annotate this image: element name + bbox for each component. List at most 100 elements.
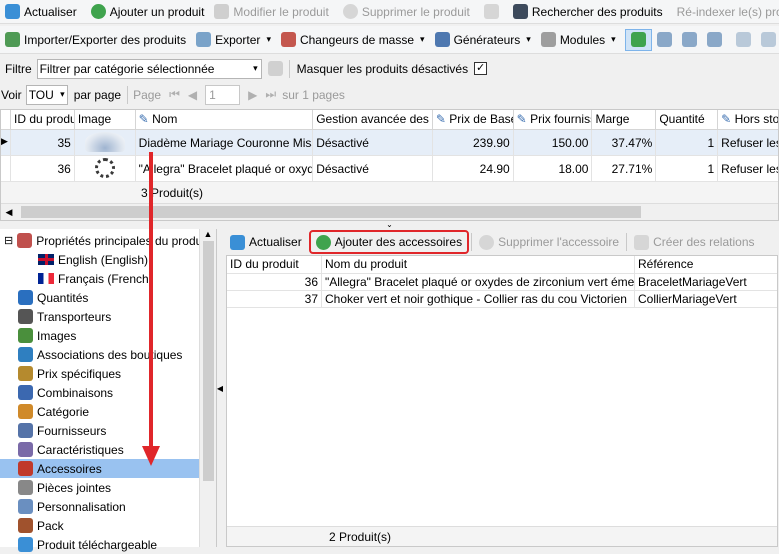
tree-item[interactable]: Pièces jointes <box>0 478 216 497</box>
table-row[interactable]: 37 Choker vert et noir gothique - Collie… <box>227 291 777 308</box>
category-filter-select[interactable]: Filtrer par catégorie sélectionnée ▾ <box>36 58 262 79</box>
product-id-cell: 36 <box>11 156 75 181</box>
tree-item[interactable]: English (English) <box>0 250 216 269</box>
row-selector-icon: ▶ <box>1 130 11 155</box>
pencil-icon: ✎ <box>138 112 149 126</box>
scroll-left-icon[interactable]: ◀ <box>1 207 17 218</box>
tree-item[interactable]: Français (French) <box>0 269 216 288</box>
accessory-reference-cell: BraceletMariageVert <box>638 275 747 289</box>
column-header[interactable]: Gestion avancée des stocks <box>313 110 433 129</box>
main-toolbar: Actualiser Ajouter un produit Modifier l… <box>0 0 779 24</box>
column-header[interactable]: ✎ Prix fournisseur <box>514 110 593 129</box>
page-number-input[interactable]: 1 <box>205 84 241 105</box>
quantity-cell: 1 <box>656 156 719 181</box>
add-accessories-button[interactable]: Ajouter des accessoires <box>308 230 470 254</box>
reindex-button[interactable]: Ré-indexer le(s) pro <box>672 1 779 23</box>
tree-item[interactable]: ⊟ Propriétés principales du produit <box>0 231 216 250</box>
margin-cell: 37.47% <box>592 130 657 155</box>
customization-icon <box>18 499 33 514</box>
import-export-button[interactable]: Importer/Exporter des produits <box>0 29 191 51</box>
globe-icon <box>18 347 33 362</box>
tree-item[interactable]: Caractéristiques <box>0 440 216 459</box>
action-button[interactable] <box>479 1 504 23</box>
column-header[interactable]: ID du produit <box>227 256 322 273</box>
accessories-header: ID du produit Nom du produit Référence <box>227 256 777 274</box>
scroll-up-icon[interactable]: ▲ <box>200 229 216 239</box>
tree-item-label: Combinaisons <box>37 385 114 400</box>
export-icon <box>196 32 212 47</box>
product-id-cell: 35 <box>11 130 75 155</box>
sort-icon <box>706 32 722 47</box>
pencil-icon <box>214 4 230 19</box>
generators-dropdown[interactable]: Générateurs <box>430 29 536 51</box>
tree-item[interactable]: Associations des boutiques <box>0 345 216 364</box>
next-page-icon[interactable]: ▶ <box>248 88 257 102</box>
create-relations-button[interactable]: Créer des relations <box>629 231 759 253</box>
page-label: Page <box>133 87 162 102</box>
tree-item[interactable]: Produit téléchargeable <box>0 535 216 554</box>
tree-item[interactable]: Quantités <box>0 288 216 307</box>
fit-columns-button[interactable] <box>677 29 702 51</box>
generators-icon <box>434 32 450 47</box>
first-page-icon[interactable]: ⏮ <box>169 87 180 102</box>
tree-item-label: Prix spécifiques <box>37 366 122 381</box>
accessories-refresh-button[interactable]: Actualiser <box>225 231 307 253</box>
binoculars-icon <box>512 4 528 19</box>
scrollbar-thumb[interactable] <box>21 206 641 218</box>
tree-item[interactable]: Personnalisation <box>0 497 216 516</box>
hide-disabled-checkbox[interactable]: ✓ <box>474 62 488 75</box>
search-products-button[interactable]: Rechercher des produits <box>508 1 668 23</box>
table-row[interactable]: 36 "Allegra" Bracelet plaqué or oxydes d… <box>227 274 777 291</box>
tree-item[interactable]: Prix spécifiques <box>0 364 216 383</box>
sort-button[interactable] <box>702 29 727 51</box>
show-label: Voir <box>1 87 22 102</box>
clear-filter-icon[interactable] <box>267 61 283 76</box>
tree-item[interactable]: Images <box>0 326 216 345</box>
export-dropdown[interactable]: Exporter <box>191 29 276 51</box>
vertical-scrollbar[interactable]: ▲ <box>199 229 216 547</box>
table-row[interactable]: 36 "Allegra" Bracelet plaqué or oxydes d… <box>1 156 778 182</box>
tree-item[interactable]: Pack <box>0 516 216 535</box>
settings-button[interactable] <box>731 29 756 51</box>
column-header[interactable]: ✎ Prix de Base <box>433 110 514 129</box>
stock-management-cell: Désactivé <box>313 130 433 155</box>
hide-disabled-label: Masquer les produits désactivés <box>296 61 469 76</box>
tree-item-label: Transporteurs <box>37 309 112 324</box>
horizontal-splitter[interactable]: ⌄ <box>0 221 779 229</box>
tree-item[interactable]: Catégorie <box>0 402 216 421</box>
grid-icon <box>656 32 672 47</box>
grid-view-button[interactable] <box>652 29 677 51</box>
column-header[interactable]: ID du produit <box>11 110 75 129</box>
column-header[interactable]: Image <box>75 110 136 129</box>
layout-button[interactable] <box>756 29 779 51</box>
last-page-icon[interactable]: ⏭ <box>265 87 276 102</box>
column-header[interactable]: Nom du produit <box>322 256 635 273</box>
mass-change-dropdown[interactable]: Changeurs de masse <box>276 29 430 51</box>
collapse-icon[interactable]: ⊟ <box>4 234 13 247</box>
scrollbar-thumb[interactable] <box>202 241 214 481</box>
out-of-stock-cell: Refuser les <box>721 162 778 176</box>
view-toggle-button[interactable] <box>624 28 652 51</box>
remove-accessory-button[interactable]: Supprimer l'accessoire <box>474 231 624 253</box>
column-header[interactable]: ✎ Hors stock <box>718 110 778 129</box>
table-row[interactable]: ▶ 35 Diadème Mariage Couronne Miss Arg D… <box>1 130 778 156</box>
prev-page-icon[interactable]: ◀ <box>188 88 197 102</box>
add-product-button[interactable]: Ajouter un produit <box>86 1 210 23</box>
per-page-select[interactable]: TOU ▾ <box>25 84 68 105</box>
column-header[interactable]: Référence <box>635 256 777 273</box>
tree-item[interactable]: Combinaisons <box>0 383 216 402</box>
horizontal-scrollbar[interactable]: ◀ <box>1 204 778 220</box>
tree-item[interactable]: Transporteurs <box>0 307 216 326</box>
tree-item[interactable]: Fournisseurs <box>0 421 216 440</box>
modules-dropdown[interactable]: Modules <box>536 29 621 51</box>
pencil-icon: ✎ <box>516 112 527 126</box>
column-header[interactable]: Quantité <box>656 110 719 129</box>
refresh-button[interactable]: Actualiser <box>0 1 82 23</box>
column-header[interactable]: ✎ Nom <box>136 110 314 129</box>
accessory-id-cell: 37 <box>227 291 322 307</box>
delete-product-button[interactable]: Supprimer le produit <box>338 1 475 23</box>
tree-item[interactable]: Accessoires <box>0 459 216 478</box>
accessories-grid: ID du produit Nom du produit Référence 3… <box>226 255 778 547</box>
edit-product-button[interactable]: Modifier le produit <box>209 1 333 23</box>
column-header[interactable]: Marge <box>592 110 657 129</box>
